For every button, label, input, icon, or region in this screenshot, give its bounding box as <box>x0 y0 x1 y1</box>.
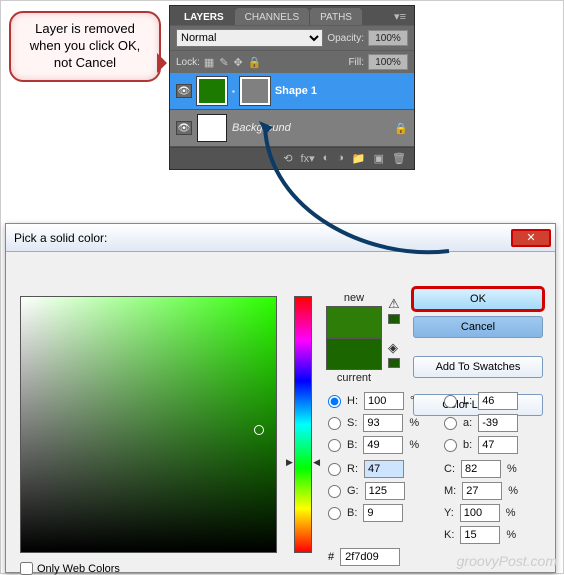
tab-channels[interactable]: CHANNELS <box>235 8 309 25</box>
cancel-button[interactable]: Cancel <box>413 316 543 338</box>
current-color-swatch[interactable] <box>326 338 382 370</box>
watermark: groovyPost.com <box>457 553 557 569</box>
saturation-brightness-field[interactable] <box>20 296 277 553</box>
adjustment-icon[interactable]: ◑ <box>337 152 344 165</box>
panel-footer: ⟲ fx▾ ◐ ◑ 📁 ▣ 🗑 <box>170 147 414 169</box>
lock-label: Lock: <box>176 57 200 68</box>
g-radio[interactable] <box>328 485 341 498</box>
b-input[interactable] <box>363 504 403 522</box>
annotation-callout: Layer is removed when you click OK, not … <box>9 11 161 82</box>
l-input[interactable] <box>478 392 518 410</box>
lock-icons: ▦ ✎ ✥ 🔒 <box>204 56 262 69</box>
opacity-value[interactable]: 100% <box>368 30 408 46</box>
tab-paths[interactable]: PATHS <box>310 8 362 25</box>
swatch-preview: new current <box>326 292 382 384</box>
layers-panel: LAYERS CHANNELS PATHS ▾≡ Normal Opacity:… <box>169 5 415 170</box>
hue-radio[interactable] <box>328 395 341 408</box>
color-cursor[interactable] <box>254 425 264 435</box>
sat-radio[interactable] <box>328 417 341 430</box>
layer-name[interactable]: Shape 1 <box>275 85 317 97</box>
r-radio[interactable] <box>328 463 341 476</box>
tab-layers[interactable]: LAYERS <box>174 8 234 25</box>
only-web-colors[interactable]: Only Web Colors <box>20 562 120 575</box>
g-input[interactable] <box>365 482 405 500</box>
hex-input[interactable] <box>340 548 400 566</box>
lab-b-input[interactable] <box>478 436 518 454</box>
fx-icon[interactable]: fx▾ <box>301 152 315 165</box>
b-radio[interactable] <box>328 507 341 520</box>
lab-b-radio[interactable] <box>444 439 457 452</box>
link-layers-icon[interactable]: ⟲ <box>283 152 292 165</box>
blend-mode-select[interactable]: Normal <box>176 29 323 47</box>
layers-list: 👁 ▪ Shape 1 👁 Background 🔒 <box>170 73 414 147</box>
layer-shape1[interactable]: 👁 ▪ Shape 1 <box>170 73 414 110</box>
mask-icon[interactable]: ◐ <box>323 152 330 165</box>
dialog-title: Pick a solid color: <box>14 231 511 245</box>
opacity-label: Opacity: <box>327 33 364 44</box>
hue-slider[interactable] <box>294 296 312 553</box>
link-icon: ▪ <box>232 87 235 96</box>
k-input[interactable] <box>460 526 500 544</box>
layer-mask-thumb[interactable] <box>240 77 270 105</box>
visibility-icon[interactable]: 👁 <box>176 121 192 135</box>
layer-color-thumb[interactable] <box>197 77 227 105</box>
callout-text: Layer is removed when you click OK, not … <box>30 21 141 70</box>
new-layer-icon[interactable]: ▣ <box>374 152 384 165</box>
lock-position-icon[interactable]: ✥ <box>234 56 243 69</box>
close-button[interactable]: ✕ <box>511 229 551 247</box>
r-input[interactable] <box>364 460 404 478</box>
a-radio[interactable] <box>444 417 457 430</box>
lock-all-icon[interactable]: 🔒 <box>248 56 262 69</box>
layer-background[interactable]: 👁 Background 🔒 <box>170 110 414 147</box>
layer-thumb[interactable] <box>197 114 227 142</box>
current-label: current <box>326 372 382 384</box>
hex-prefix: # <box>328 551 334 563</box>
blend-row: Normal Opacity: 100% <box>170 25 414 50</box>
panel-tabs: LAYERS CHANNELS PATHS ▾≡ <box>170 6 414 25</box>
trash-icon[interactable]: 🗑 <box>392 152 406 165</box>
l-radio[interactable] <box>444 395 457 408</box>
bri-radio[interactable] <box>328 439 341 452</box>
sat-input[interactable] <box>363 414 403 432</box>
color-picker-dialog: Pick a solid color: ✕ ▶◀ new current ⚠ ◈… <box>5 223 556 573</box>
dialog-titlebar[interactable]: Pick a solid color: ✕ <box>6 224 555 252</box>
new-color-swatch[interactable] <box>326 306 382 338</box>
layer-name[interactable]: Background <box>232 122 291 134</box>
warning-icon[interactable]: ⚠ <box>388 296 400 324</box>
add-swatches-button[interactable]: Add To Swatches <box>413 356 543 378</box>
bri-input[interactable] <box>363 436 403 454</box>
lock-icon: 🔒 <box>394 122 408 135</box>
new-label: new <box>326 292 382 304</box>
a-input[interactable] <box>478 414 518 432</box>
fill-label: Fill: <box>348 57 364 68</box>
hex-row: # <box>328 548 400 566</box>
lock-row: Lock: ▦ ✎ ✥ 🔒 Fill: 100% <box>170 50 414 73</box>
folder-icon[interactable]: 📁 <box>352 152 366 165</box>
hue-slider-handles[interactable]: ▶◀ <box>286 457 320 468</box>
c-input[interactable] <box>461 460 501 478</box>
only-web-checkbox[interactable] <box>20 562 33 575</box>
gamut-warnings: ⚠ ◈ <box>388 296 400 368</box>
cube-icon[interactable]: ◈ <box>388 340 400 368</box>
ok-button[interactable]: OK <box>413 288 543 310</box>
visibility-icon[interactable]: 👁 <box>176 84 192 98</box>
fill-value[interactable]: 100% <box>368 54 408 70</box>
y-input[interactable] <box>460 504 500 522</box>
lock-transparency-icon[interactable]: ▦ <box>204 56 214 69</box>
panel-menu-icon[interactable]: ▾≡ <box>390 8 410 25</box>
lock-brush-icon[interactable]: ✎ <box>219 56 228 69</box>
hue-input[interactable] <box>364 392 404 410</box>
m-input[interactable] <box>462 482 502 500</box>
